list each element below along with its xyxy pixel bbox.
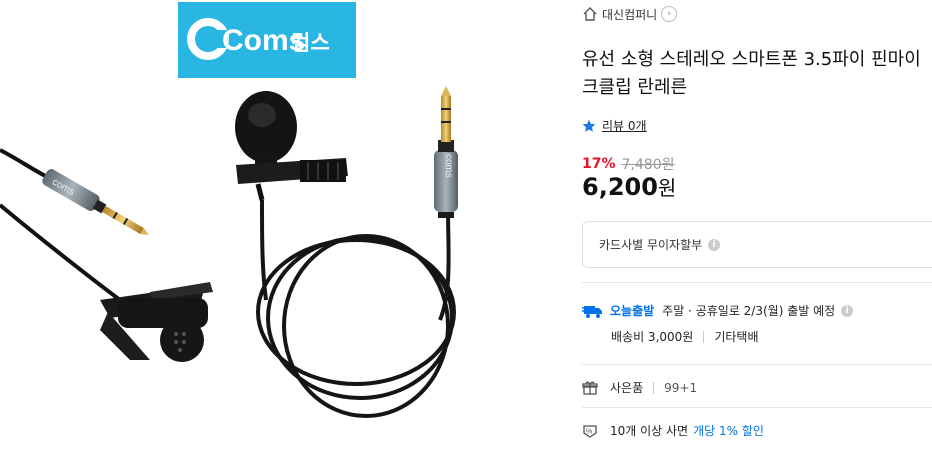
home-icon: [583, 7, 597, 21]
percent-tag-icon: %: [583, 424, 597, 438]
product-title-line-1: 유선 소형 스테레오 스마트폰 3.5파이 핀마이: [582, 49, 921, 70]
discount-rate: 17%: [582, 156, 616, 172]
microphone-illustration: coms coms: [0, 86, 458, 418]
card-installment-label: 카드사별 무이자할부: [599, 238, 703, 252]
review-link[interactable]: 리뷰 0개: [582, 117, 647, 134]
bulk-discount-highlight: 개당 1% 할인: [693, 424, 764, 438]
divider: [582, 282, 932, 283]
svg-text:coms: coms: [443, 154, 454, 178]
product-image[interactable]: Coms 컴스 coms coms: [0, 0, 560, 455]
star-icon: [582, 119, 596, 132]
right-plug: coms: [434, 86, 458, 218]
gift-label: 사은품: [610, 381, 644, 395]
info-icon[interactable]: i: [708, 238, 721, 251]
separator: [653, 381, 655, 394]
sale-price: 6,200원: [582, 172, 676, 201]
gift-icon: [582, 381, 598, 395]
product-title-line-2: 크클립 란레른: [582, 77, 688, 98]
left-clip-mic: [100, 282, 213, 362]
bulk-discount-row: % 10개 이상 사면 개당 1% 할인: [582, 422, 764, 439]
rocket-delivery-icon: [582, 305, 602, 318]
sale-price-amount: 6,200: [582, 173, 658, 201]
shipping-fee: 배송비 3,000원: [611, 330, 694, 344]
card-installment-box[interactable]: 카드사별 무이자할부 i: [582, 221, 932, 268]
chevron-right-icon: ›: [661, 6, 678, 22]
sale-price-unit: 원: [657, 176, 677, 200]
store-name: 대신컴퍼니: [602, 7, 658, 22]
delivery-row: 오늘출발 주말 · 공휴일로 2/3(월) 출발 예정 i: [582, 302, 854, 319]
discount-row: 17% 7,480원: [582, 154, 674, 174]
separator: [703, 330, 705, 343]
original-price: 7,480원: [621, 157, 675, 173]
left-plug: coms: [42, 169, 149, 235]
info-icon[interactable]: i: [841, 304, 854, 317]
divider: [582, 364, 932, 365]
main-mic: [235, 91, 348, 201]
shipping-schedule: 주말 · 공휴일로 2/3(월) 출발 예정: [662, 304, 836, 318]
store-link[interactable]: 대신컴퍼니 ›: [582, 4, 678, 24]
divider: [582, 407, 932, 408]
product-info-panel: 대신컴퍼니 › 유선 소형 스테레오 스마트폰 3.5파이 핀마이 크클립 란레…: [582, 0, 932, 455]
today-shipping-badge: 오늘출발: [610, 304, 655, 318]
coiled-cable: [256, 199, 456, 418]
bulk-discount-prefix: 10개 이상 사면: [610, 424, 689, 438]
product-title: 유선 소형 스테레오 스마트폰 3.5파이 핀마이 크클립 란레른: [582, 46, 932, 102]
review-count: 리뷰 0개: [602, 119, 647, 133]
gift-row: 사은품 99+1: [582, 379, 697, 396]
shipping-info: 배송비 3,000원 기타택배: [611, 328, 759, 345]
gift-value: 99+1: [664, 380, 698, 395]
svg-text:%: %: [586, 428, 592, 435]
courier: 기타택배: [714, 330, 759, 344]
